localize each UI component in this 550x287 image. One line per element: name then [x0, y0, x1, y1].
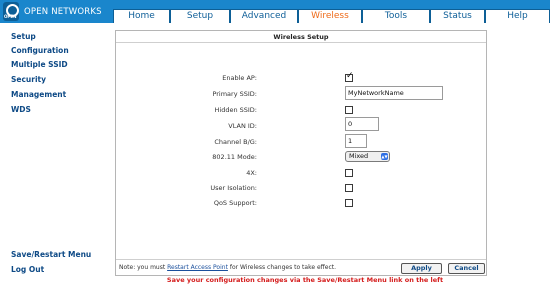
sidebar-item-management[interactable]: Management: [11, 90, 66, 99]
qos-support-checkbox[interactable]: [345, 199, 353, 207]
note-prefix: Note: you must: [119, 264, 168, 271]
sidebar-item-save-restart-menu[interactable]: Save/Restart Menu: [11, 250, 91, 259]
fourx-checkbox[interactable]: [345, 169, 353, 177]
sidebar-item-security[interactable]: Security: [11, 75, 46, 84]
mode-80211-label: 802.11 Mode:: [212, 153, 257, 161]
channel-bg-label: Channel B/G:: [214, 138, 257, 146]
sidebar-item-configuration[interactable]: Configuration: [11, 46, 69, 55]
restart-note: Note: you must Restart Access Point for …: [119, 264, 336, 271]
tab-status[interactable]: Status: [430, 9, 485, 23]
tab-setup[interactable]: Setup: [170, 9, 230, 23]
sidebar-item-setup[interactable]: Setup: [11, 32, 36, 41]
cancel-button[interactable]: Cancel: [448, 263, 485, 274]
hidden-ssid-label: Hidden SSID:: [214, 106, 258, 114]
enable-ap-checkbox[interactable]: [345, 71, 354, 82]
panel-title: Wireless Setup: [116, 31, 486, 43]
primary-ssid-input[interactable]: MyNetworkName: [345, 86, 443, 100]
apply-button[interactable]: Apply: [401, 263, 442, 274]
save-reminder-message: Save your configuration changes via the …: [166, 276, 444, 284]
open-networks-logo-icon: [3, 2, 19, 21]
tab-advanced[interactable]: Advanced: [230, 9, 298, 23]
channel-bg-input[interactable]: 1: [345, 134, 367, 148]
tab-wireless[interactable]: Wireless: [298, 9, 362, 23]
sidebar: Setup Configuration Multiple SSID Securi…: [0, 23, 115, 287]
mode-80211-value: Mixed: [349, 152, 369, 160]
user-isolation-checkbox[interactable]: [345, 184, 353, 192]
sidebar-item-wds[interactable]: WDS: [11, 105, 31, 114]
primary-ssid-label: Primary SSID:: [212, 90, 257, 98]
sidebar-item-log-out[interactable]: Log Out: [11, 265, 44, 274]
top-tab-bar: Home Setup Advanced Wireless Tools Statu…: [105, 0, 550, 23]
note-suffix: for Wireless changes to take effect.: [227, 264, 337, 271]
select-arrows-icon: ▲▼: [381, 153, 388, 160]
brand-name: OPEN NETWORKS: [24, 6, 102, 17]
qos-support-label: QoS Support:: [213, 199, 257, 207]
tab-help[interactable]: Help: [485, 9, 550, 23]
user-isolation-label: User Isolation:: [210, 184, 257, 192]
vlan-id-label: VLAN ID:: [228, 122, 257, 130]
router-admin-page: OPEN NETWORKS Home Setup Advanced Wirele…: [0, 0, 550, 287]
sidebar-item-multiple-ssid[interactable]: Multiple SSID: [11, 60, 68, 69]
fourx-label: 4X:: [246, 169, 257, 177]
mode-80211-select[interactable]: Mixed ▲▼: [345, 151, 390, 162]
brand-bar: OPEN NETWORKS: [0, 0, 105, 23]
panel-divider: [116, 259, 486, 260]
enable-ap-label: Enable AP:: [222, 74, 257, 82]
restart-access-point-link[interactable]: Restart Access Point: [167, 264, 228, 271]
hidden-ssid-checkbox[interactable]: [345, 106, 353, 114]
vlan-id-input[interactable]: 0: [345, 117, 379, 131]
tab-home[interactable]: Home: [113, 9, 170, 23]
tab-tools[interactable]: Tools: [362, 9, 430, 23]
wireless-setup-panel: Wireless Setup Enable AP: Primary SSID: …: [115, 30, 487, 276]
